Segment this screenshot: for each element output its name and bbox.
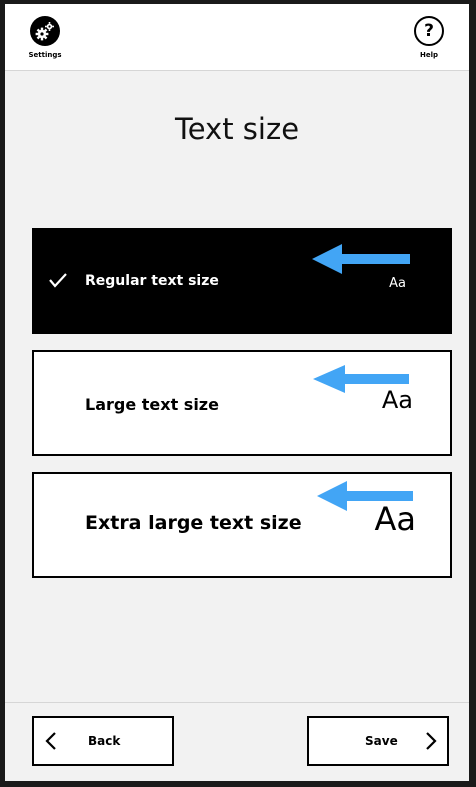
- left-arrow-icon: [312, 244, 410, 274]
- settings-button[interactable]: Settings: [15, 16, 75, 59]
- app-frame: Settings ? Help Text size Regular text s…: [5, 4, 469, 781]
- size-sample: Aa: [389, 276, 406, 291]
- size-sample: Aa: [381, 386, 413, 414]
- question-icon: ?: [414, 16, 444, 46]
- option-extra-large-text-size[interactable]: Extra large text size Aa: [32, 472, 452, 578]
- option-large-text-size[interactable]: Large text size Aa: [32, 350, 452, 456]
- save-button[interactable]: Save: [307, 716, 449, 766]
- back-button[interactable]: Back: [32, 716, 174, 766]
- option-label: Extra large text size: [85, 512, 302, 534]
- size-sample: Aa: [374, 500, 417, 538]
- page-title: Text size: [174, 112, 300, 146]
- option-label: Large text size: [85, 395, 219, 414]
- option-regular-text-size[interactable]: Regular text size Aa: [32, 228, 452, 334]
- bottom-bar: Back Save: [5, 702, 469, 781]
- help-button[interactable]: ? Help: [399, 16, 459, 59]
- chevron-right-icon: [426, 732, 437, 750]
- gears-icon: [30, 16, 60, 46]
- chevron-left-icon: [45, 732, 56, 750]
- save-label: Save: [365, 734, 398, 748]
- help-label: Help: [419, 51, 439, 59]
- option-label: Regular text size: [85, 273, 219, 289]
- check-icon: [49, 273, 67, 288]
- top-bar: Settings ? Help: [5, 4, 469, 71]
- settings-label: Settings: [28, 51, 62, 59]
- back-label: Back: [88, 734, 121, 748]
